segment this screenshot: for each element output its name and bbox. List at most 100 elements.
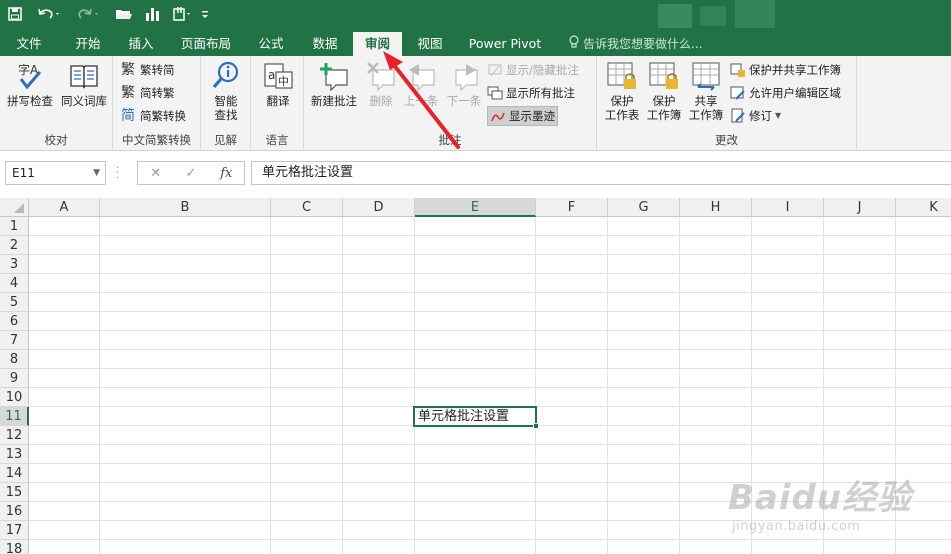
tab-page-layout[interactable]: 页面布局 xyxy=(172,32,240,56)
smart-lookup-button[interactable]: 智能 查找 xyxy=(205,60,247,122)
redo-icon[interactable] xyxy=(74,4,104,24)
enter-icon[interactable]: ✓ xyxy=(173,166,208,181)
row-header-12[interactable]: 12 xyxy=(0,426,29,445)
tell-me-text: 告诉我您想要做什么... xyxy=(583,37,703,51)
tab-insert[interactable]: 插入 xyxy=(118,32,164,56)
thesaurus-label: 同义词库 xyxy=(61,94,107,108)
protect-workbook-button[interactable]: 保护 工作簿 xyxy=(643,60,685,122)
tab-home[interactable]: 开始 xyxy=(64,32,112,56)
share-workbook-icon xyxy=(692,62,720,91)
allow-edit-ranges-button[interactable]: 允许用户编辑区域 xyxy=(730,83,841,103)
show-ink-button[interactable]: 显示墨迹 xyxy=(487,106,558,126)
row-header-16[interactable]: 16 xyxy=(0,502,29,521)
row-header-4[interactable]: 4 xyxy=(0,274,29,293)
column-header-k[interactable]: K xyxy=(896,198,951,217)
spell-check-button[interactable]: 字A 拼写检查 xyxy=(4,60,56,108)
row-header-10[interactable]: 10 xyxy=(0,388,29,407)
show-hide-comment-button[interactable]: 显示/隐藏批注 xyxy=(487,60,579,80)
folder-open-icon[interactable] xyxy=(114,4,134,24)
fill-handle[interactable] xyxy=(533,423,539,429)
row-header-14[interactable]: 14 xyxy=(0,464,29,483)
group-chinese-conversion: 繁 繁转简 繁 简转繁 简 简繁转换 中文简繁转换 xyxy=(113,56,201,151)
row-header-3[interactable]: 3 xyxy=(0,255,29,274)
row-header-9[interactable]: 9 xyxy=(0,369,29,388)
customize-icon[interactable] xyxy=(198,4,212,24)
watermark-url: jingyan.baidu.com xyxy=(732,519,861,534)
protect-sheet-label-1: 保护 xyxy=(610,94,634,108)
previous-comment-button[interactable]: 上一条 xyxy=(401,60,441,108)
column-header-g[interactable]: G xyxy=(608,198,680,217)
chevron-down-icon[interactable]: ▼ xyxy=(93,162,100,184)
save-icon[interactable] xyxy=(6,4,24,24)
spell-check-label: 拼写检查 xyxy=(7,94,53,108)
tell-me-box[interactable]: 告诉我您想要做什么... xyxy=(568,32,702,56)
translate-button[interactable]: a 中 翻译 xyxy=(257,60,299,108)
show-all-comments-button[interactable]: 显示所有批注 xyxy=(487,83,575,103)
simp-to-trad-label: 简转繁 xyxy=(140,86,175,100)
track-changes-button[interactable]: 修订 ▼ xyxy=(730,106,781,126)
tab-power-pivot[interactable]: Power Pivot xyxy=(462,32,548,56)
share-workbook-button[interactable]: 共享 工作簿 xyxy=(685,60,727,122)
column-header-h[interactable]: H xyxy=(680,198,752,217)
column-header-e[interactable]: E xyxy=(415,198,536,217)
row-header-6[interactable]: 6 xyxy=(0,312,29,331)
column-header-b[interactable]: B xyxy=(100,198,271,217)
tab-data[interactable]: 数据 xyxy=(302,32,348,56)
row-header-13[interactable]: 13 xyxy=(0,445,29,464)
smart-lookup-label-1: 智能 xyxy=(214,94,238,108)
formula-input[interactable]: 单元格批注设置 xyxy=(251,161,951,185)
next-comment-button[interactable]: 下一条 xyxy=(443,60,485,108)
row-header-5[interactable]: 5 xyxy=(0,293,29,312)
column-header-a[interactable]: A xyxy=(29,198,100,217)
chinese-convert-button[interactable]: 简 简繁转换 xyxy=(121,106,186,126)
show-all-comments-label: 显示所有批注 xyxy=(506,86,575,100)
gridline xyxy=(29,387,951,388)
protect-share-label: 保护并共享工作簿 xyxy=(749,63,841,77)
simp-to-trad-button[interactable]: 繁 简转繁 xyxy=(121,83,175,103)
row-header-8[interactable]: 8 xyxy=(0,350,29,369)
select-all-button[interactable] xyxy=(0,198,29,217)
tab-formulas[interactable]: 公式 xyxy=(248,32,294,56)
column-header-j[interactable]: J xyxy=(824,198,896,217)
formula-bar-grip-icon[interactable]: · · · xyxy=(116,164,119,184)
show-ink-icon xyxy=(490,108,506,124)
new-comment-button[interactable]: 新建批注 xyxy=(306,60,362,108)
undo-icon[interactable] xyxy=(34,4,64,24)
row-header-1[interactable]: 1 xyxy=(0,217,29,236)
clip-icon[interactable] xyxy=(170,4,194,24)
trad-to-simp-button[interactable]: 繁 繁转简 xyxy=(121,60,175,80)
delete-comment-button[interactable]: 删除 xyxy=(362,60,400,108)
group-proofing: 字A 拼写检查 同义词库 校对 xyxy=(0,56,113,151)
bar-chart-icon[interactable] xyxy=(144,4,162,24)
tab-view[interactable]: 视图 xyxy=(408,32,452,56)
group-label-chinese: 中文简繁转换 xyxy=(122,133,191,147)
protect-share-workbook-button[interactable]: 保护并共享工作簿 xyxy=(730,60,841,80)
tab-review[interactable]: 审阅 xyxy=(353,32,402,56)
gridline xyxy=(29,254,951,255)
group-label-comments: 批注 xyxy=(438,133,462,147)
share-workbook-label-2: 工作簿 xyxy=(688,108,724,122)
column-header-i[interactable]: I xyxy=(752,198,824,217)
name-box[interactable]: E11 ▼ xyxy=(5,161,106,185)
protect-sheet-button[interactable]: 保护 工作表 xyxy=(601,60,643,122)
tab-file[interactable]: 文件 xyxy=(4,32,54,56)
row-header-17[interactable]: 17 xyxy=(0,521,29,540)
blurred-area xyxy=(658,4,692,28)
new-comment-label: 新建批注 xyxy=(311,94,357,108)
simp-to-trad-icon: 繁 xyxy=(121,85,135,101)
row-header-18[interactable]: 18 xyxy=(0,540,29,554)
gridline xyxy=(29,368,951,369)
row-header-7[interactable]: 7 xyxy=(0,331,29,350)
row-header-2[interactable]: 2 xyxy=(0,236,29,255)
track-changes-label: 修订 xyxy=(749,109,772,123)
active-cell[interactable]: 单元格批注设置 xyxy=(413,406,539,429)
thesaurus-button[interactable]: 同义词库 xyxy=(58,60,110,108)
insert-function-icon[interactable]: fx xyxy=(209,166,244,181)
gridline xyxy=(29,292,951,293)
row-header-15[interactable]: 15 xyxy=(0,483,29,502)
cancel-icon[interactable]: ✕ xyxy=(138,166,173,181)
column-header-f[interactable]: F xyxy=(536,198,608,217)
row-header-11[interactable]: 11 xyxy=(0,407,29,426)
column-header-c[interactable]: C xyxy=(271,198,343,217)
column-header-d[interactable]: D xyxy=(343,198,415,217)
